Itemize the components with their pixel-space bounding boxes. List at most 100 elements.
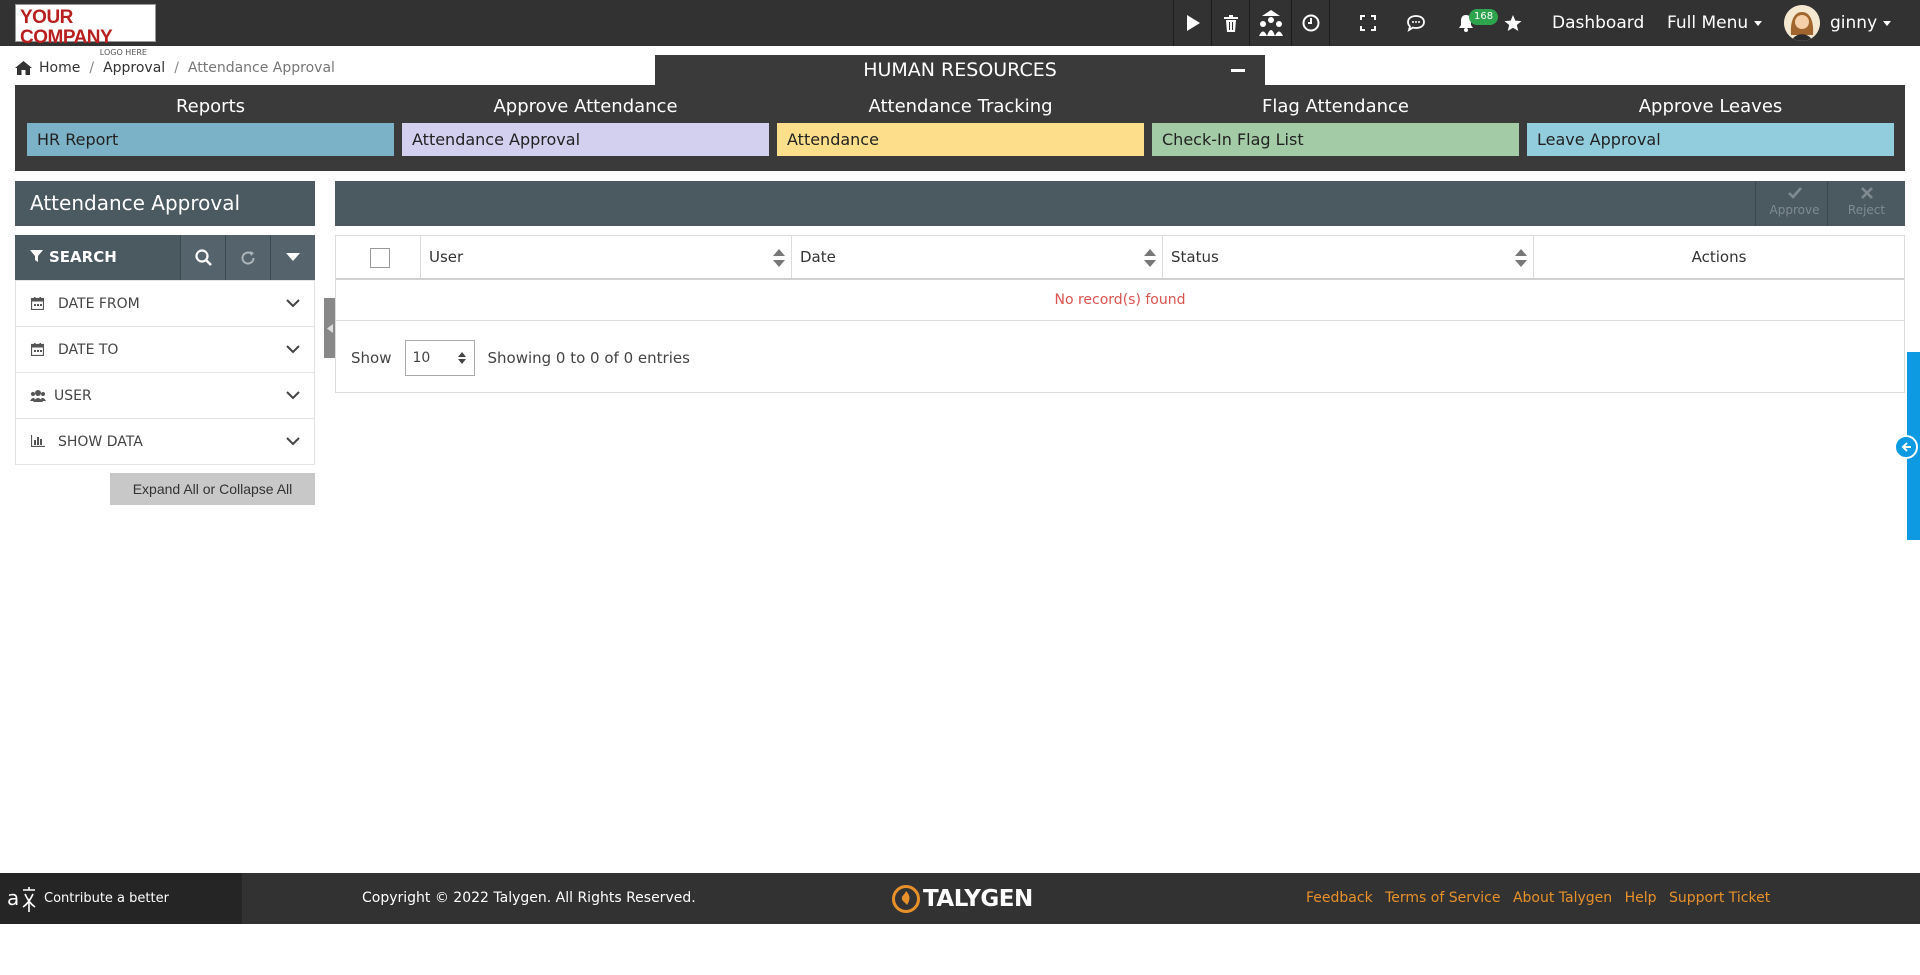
breadcrumb-separator: / — [89, 60, 95, 76]
arrow-left-circle-icon[interactable] — [1894, 435, 1918, 459]
page-size-value: 10 — [412, 350, 431, 366]
module-column-approve-attendance: Approve Attendance Attendance Approval — [402, 85, 769, 156]
module-heading: Attendance Tracking — [868, 96, 1053, 117]
column-header-date[interactable]: Date — [792, 236, 1163, 278]
home-icon — [15, 61, 32, 75]
company-logo[interactable]: YOUR COMPANY LOGO HERE — [15, 4, 156, 57]
play-icon[interactable] — [1173, 0, 1211, 46]
chevron-down-icon — [286, 437, 300, 446]
module-column-reports: Reports HR Report — [27, 85, 394, 156]
empty-message: No record(s) found — [336, 280, 1904, 321]
footer-link-about[interactable]: About Talygen — [1513, 890, 1612, 906]
reject-label: Reject — [1847, 203, 1886, 217]
dashboard-link[interactable]: Dashboard — [1552, 0, 1644, 46]
chevron-down-icon — [286, 345, 300, 354]
select-all-cell — [336, 236, 421, 278]
expand-collapse-all-button[interactable]: Expand All or Collapse All — [110, 473, 315, 505]
footer-link-terms[interactable]: Terms of Service — [1385, 890, 1500, 906]
sort-icon — [773, 249, 785, 267]
select-all-checkbox[interactable] — [370, 248, 390, 268]
search-dropdown-button[interactable] — [270, 235, 315, 280]
column-label: User — [429, 248, 464, 266]
chat-icon[interactable] — [1390, 0, 1442, 46]
module-link-check-in-flag-list[interactable]: Check-In Flag List — [1152, 123, 1519, 156]
module-link-attendance[interactable]: Attendance — [777, 123, 1144, 156]
filter-date-to[interactable]: DATE TO — [16, 326, 314, 372]
check-icon — [1787, 187, 1802, 199]
updown-arrow-icon — [458, 352, 467, 364]
pagination: Show 10 Showing 0 to 0 of 0 entries — [351, 340, 690, 376]
reset-button[interactable] — [225, 235, 270, 280]
sort-icon — [1515, 249, 1527, 267]
full-menu-dropdown[interactable]: Full Menu — [1667, 0, 1763, 46]
filter-label: SHOW DATA — [58, 434, 143, 450]
column-header-user[interactable]: User — [421, 236, 792, 278]
translate-icon: a — [7, 886, 36, 912]
filter-user[interactable]: USER — [16, 372, 314, 418]
user-menu[interactable]: ginny — [1830, 0, 1892, 46]
users-icon — [30, 390, 46, 402]
calendar-icon — [31, 343, 44, 356]
top-navbar: YOUR COMPANY LOGO HERE 168 Dashboard Ful… — [0, 0, 1920, 57]
talygen-logo: TALYGEN — [892, 885, 1033, 913]
chevron-down-icon — [286, 299, 300, 308]
filter-label: USER — [54, 388, 92, 404]
breadcrumb-approval[interactable]: Approval — [103, 60, 165, 76]
module-link-attendance-approval[interactable]: Attendance Approval — [402, 123, 769, 156]
column-header-status[interactable]: Status — [1163, 236, 1534, 278]
breadcrumb-home[interactable]: Home — [39, 60, 80, 76]
search-button[interactable] — [180, 235, 225, 280]
column-label: Date — [800, 248, 836, 266]
footer: a Contribute a better translation Copyri… — [0, 873, 1920, 957]
filter-icon — [30, 250, 43, 262]
module-heading: Flag Attendance — [1262, 96, 1409, 117]
minimize-icon[interactable] — [1231, 69, 1245, 72]
translate-link[interactable]: a Contribute a better translation — [0, 873, 242, 957]
trash-icon[interactable] — [1211, 0, 1249, 46]
module-link-hr-report[interactable]: HR Report — [27, 123, 394, 156]
clock-icon[interactable] — [1291, 0, 1329, 46]
module-panel: Reports HR Report Approve Attendance Att… — [15, 85, 1905, 171]
talygen-logo-icon — [892, 885, 920, 913]
filter-show-data[interactable]: SHOW DATA — [16, 418, 314, 464]
close-icon — [1860, 187, 1873, 199]
footer-link-help[interactable]: Help — [1625, 890, 1657, 906]
filter-date-from[interactable]: DATE FROM — [16, 280, 314, 326]
column-header-actions: Actions — [1534, 236, 1904, 278]
translate-label: Contribute a better translation — [44, 891, 169, 957]
star-icon[interactable] — [1497, 0, 1529, 46]
team-icon[interactable] — [1249, 0, 1291, 46]
approve-label: Approve — [1769, 203, 1820, 217]
svg-text:a: a — [7, 886, 19, 910]
module-column-attendance-tracking: Attendance Tracking Attendance — [777, 85, 1144, 156]
module-heading: Approve Leaves — [1638, 96, 1783, 117]
search-toggle[interactable]: SEARCH — [15, 235, 180, 280]
copyright-text: Copyright © 2022 Talygen. All Rights Res… — [362, 890, 696, 906]
module-link-leave-approval[interactable]: Leave Approval — [1527, 123, 1894, 156]
page-size-select[interactable]: 10 — [405, 340, 476, 376]
filter-list: DATE FROM DATE TO USER SHOW DATA — [15, 280, 315, 465]
caret-down-icon — [1883, 20, 1892, 26]
table-header: User Date Status Actions — [336, 236, 1904, 280]
breadcrumb-current: Attendance Approval — [187, 60, 335, 76]
search-label: SEARCH — [49, 248, 117, 266]
bar-chart-icon — [31, 435, 45, 447]
search-icon — [194, 249, 212, 266]
footer-link-support[interactable]: Support Ticket — [1669, 890, 1770, 906]
search-bar: SEARCH — [15, 235, 315, 280]
footer-link-feedback[interactable]: Feedback — [1306, 890, 1373, 906]
attendance-table: User Date Status Actions No record(s) fo… — [335, 235, 1905, 393]
refresh-icon — [241, 250, 255, 265]
module-column-flag-attendance: Flag Attendance Check-In Flag List — [1152, 85, 1519, 156]
caret-left-icon — [327, 323, 333, 333]
module-column-approve-leaves: Approve Leaves Leave Approval — [1527, 85, 1894, 156]
module-title-text: HUMAN RESOURCES — [863, 59, 1057, 81]
module-heading: Approve Attendance — [493, 96, 678, 117]
avatar[interactable] — [1784, 5, 1820, 41]
show-label: Show — [351, 349, 392, 367]
breadcrumb: Home / Approval / Attendance Approval — [15, 58, 335, 78]
breadcrumb-separator: / — [174, 60, 179, 76]
reject-button[interactable]: Reject — [1827, 181, 1905, 226]
approve-button[interactable]: Approve — [1755, 181, 1833, 226]
module-heading: Reports — [175, 96, 246, 117]
